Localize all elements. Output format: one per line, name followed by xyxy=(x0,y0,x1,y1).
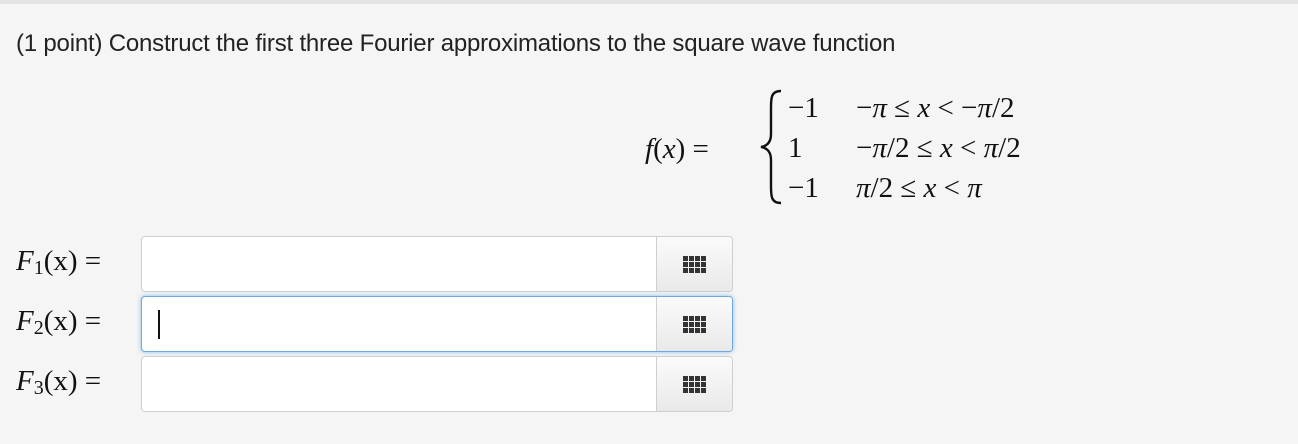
text-caret xyxy=(158,310,160,339)
equation-palette-button[interactable] xyxy=(656,297,732,351)
answer-label-f2: F2(x) = xyxy=(16,305,102,339)
function-lhs: f(x) = xyxy=(645,133,709,165)
grid-icon xyxy=(683,315,706,333)
top-divider xyxy=(0,0,1298,4)
equation-palette-button[interactable] xyxy=(656,237,732,291)
answer-input-f1[interactable] xyxy=(142,237,657,291)
left-brace xyxy=(760,89,782,205)
case-condition: π/2 ≤ x < π xyxy=(856,172,982,204)
answer-input-f2[interactable] xyxy=(142,297,657,351)
case-value: −1 xyxy=(788,172,819,204)
answer-label-f1: F1(x) = xyxy=(16,245,102,279)
problem-statement: (1 point) Construct the first three Four… xyxy=(16,30,896,57)
answer-box-f1 xyxy=(141,236,733,292)
answer-input-f3[interactable] xyxy=(142,357,657,411)
answer-label-f3: F3(x) = xyxy=(16,365,102,399)
case-value: 1 xyxy=(788,132,803,164)
grid-icon xyxy=(683,255,706,273)
answer-box-f2 xyxy=(141,296,733,352)
case-condition: −π ≤ x < −π/2 xyxy=(856,92,1015,124)
equation-palette-button[interactable] xyxy=(656,357,732,411)
grid-icon xyxy=(683,375,706,393)
case-value: −1 xyxy=(788,92,819,124)
case-condition: −π/2 ≤ x < π/2 xyxy=(856,132,1021,164)
answer-box-f3 xyxy=(141,356,733,412)
